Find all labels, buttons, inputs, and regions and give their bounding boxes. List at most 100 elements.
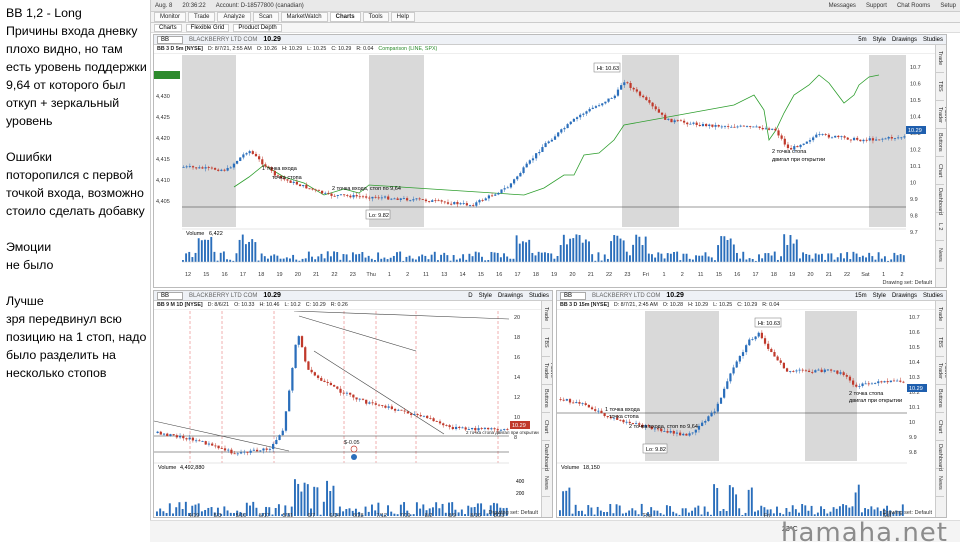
subtab-flexible-grid[interactable]: Flexible Grid	[185, 23, 230, 32]
side-tabs-top: Trade TBS Active Trader Buttons Chart Da…	[935, 45, 946, 287]
studies-button-daily[interactable]: Studies	[529, 293, 549, 299]
time-axis-label: 16	[496, 272, 502, 278]
daily-volume-bar	[419, 508, 422, 516]
top-candle	[434, 198, 437, 203]
menu-analyze[interactable]: Analyze	[217, 12, 251, 22]
symbol-input-15m[interactable]: BB	[560, 291, 586, 300]
top-volume-bar	[632, 244, 635, 262]
subtab-charts[interactable]: Charts	[154, 23, 182, 32]
15m-candle	[590, 405, 594, 411]
top-candle	[336, 194, 339, 199]
subtab-product-depth[interactable]: Product Depth	[233, 23, 282, 32]
top-candle	[462, 200, 465, 206]
drawings-button-15m[interactable]: Drawings	[892, 293, 917, 299]
drawings-button[interactable]: Drawings	[892, 37, 917, 43]
account-selector[interactable]: Account: D-18577800 (canadian)	[216, 3, 304, 9]
side-tab-trade-daily[interactable]: Trade	[542, 301, 550, 329]
daily-volume-bar	[165, 513, 168, 516]
side-tab-dashboard-daily[interactable]: Dashboard	[542, 441, 550, 471]
top-candle	[361, 194, 365, 199]
timeframe-button-15m[interactable]: 15m	[855, 293, 867, 299]
menu-help[interactable]: Help	[390, 12, 416, 22]
menu-scan[interactable]: Scan	[252, 12, 279, 22]
menu-marketwatch[interactable]: MarketWatch	[280, 12, 328, 22]
side-tab-dashboard-15m[interactable]: Dashboard	[936, 441, 944, 471]
price-chart-top[interactable]: 4,435.524,4304,4254,4204,4154,4104,405 1…	[154, 55, 937, 288]
side-tab-trade-15m[interactable]: Trade	[936, 301, 944, 329]
15m-volume-bar	[703, 506, 706, 516]
side-tab-news-15m[interactable]: News	[936, 469, 944, 497]
top-volume-bar	[899, 254, 902, 262]
side-tab-news[interactable]: News	[936, 241, 944, 269]
side-tab-trade[interactable]: Trade	[936, 45, 944, 73]
time-axis-label: 21	[588, 272, 594, 278]
15m-volume-bar	[810, 505, 813, 516]
15m-time-label: Thu	[642, 513, 651, 518]
side-tab-l2[interactable]: L 2	[936, 213, 944, 241]
side-tab-chart-15m[interactable]: Chart	[936, 413, 944, 441]
side-tab-active-trader[interactable]: Active Trader	[936, 101, 946, 129]
top-candle	[780, 133, 783, 141]
chat-rooms-button[interactable]: Chat Rooms	[897, 3, 930, 9]
studies-button-15m[interactable]: Studies	[923, 293, 943, 299]
side-tab-active-trader-15m[interactable]: Active Trader	[936, 357, 946, 385]
top-candle	[834, 135, 837, 138]
menu-tools[interactable]: Tools	[362, 12, 389, 22]
drawing-set-label[interactable]: Drawing set: Default	[882, 280, 932, 286]
side-tab-tbs-daily[interactable]: TBS	[542, 329, 550, 357]
messages-button[interactable]: Messages	[829, 3, 856, 9]
price-chart-daily[interactable]: 20 18 16 14 12 10 8 4/19 5/3 5/10 5/17 5/31 6/7 6/14…	[154, 311, 542, 518]
daily-candle	[429, 415, 432, 420]
symbol-input-daily[interactable]: BB	[157, 291, 183, 300]
style-button-daily[interactable]: Style	[479, 293, 492, 299]
top-candle	[852, 136, 856, 141]
side-tab-active-trader-daily[interactable]: Active Trader	[542, 357, 552, 385]
side-tab-dashboard[interactable]: Dashboard	[936, 185, 944, 215]
daily-candle	[422, 415, 426, 418]
earnings-marker-icon[interactable]	[350, 445, 358, 453]
side-tab-chart[interactable]: Chart	[936, 157, 944, 185]
top-volume-bar	[575, 234, 578, 262]
drawing-set-daily[interactable]: Drawing set: Default	[488, 510, 538, 516]
side-tab-buttons-15m[interactable]: Buttons	[936, 385, 944, 413]
style-button[interactable]: Style	[873, 37, 886, 43]
menu-monitor[interactable]: Monitor	[154, 12, 187, 22]
drawings-button-daily[interactable]: Drawings	[498, 293, 523, 299]
daily-candle	[297, 335, 300, 348]
menu-charts[interactable]: Charts	[329, 12, 361, 22]
side-tab-tbs[interactable]: TBS	[936, 73, 944, 101]
annotation-entry-2: 2 точка входа, стоп по 9,64	[332, 186, 401, 192]
daily-candle	[198, 438, 201, 442]
top-volume-bar	[537, 251, 540, 262]
15m-volume-bar	[857, 484, 860, 516]
top-candle	[689, 121, 692, 125]
side-tab-buttons[interactable]: Buttons	[936, 129, 944, 157]
top-volume-bar	[459, 258, 461, 262]
studies-button[interactable]: Studies	[923, 37, 943, 43]
setup-button[interactable]: Setup	[940, 3, 956, 9]
dividend-marker-icon[interactable]	[351, 454, 357, 460]
timeframe-button[interactable]: 5m	[858, 37, 866, 43]
support-button[interactable]: Support	[866, 3, 887, 9]
symbol-input[interactable]: BB	[157, 35, 183, 44]
15m-volume-bar	[599, 510, 602, 516]
top-candle	[481, 198, 484, 202]
top-candle	[298, 183, 302, 187]
side-tab-buttons-daily[interactable]: Buttons	[542, 385, 550, 413]
price-chart-15m[interactable]: 10.710.610.510.410.310.210.1109.99.8 Thu…	[557, 311, 937, 518]
timeframe-button-daily[interactable]: D	[468, 293, 472, 299]
top-volume-bar	[651, 254, 653, 262]
15m-candle	[795, 369, 798, 374]
menu-trade[interactable]: Trade	[188, 12, 216, 22]
drawing-set-15m[interactable]: Drawing set: Default	[882, 510, 932, 516]
top-candle	[582, 112, 585, 118]
side-tab-chart-daily[interactable]: Chart	[542, 413, 550, 441]
time-axis-label: 22	[331, 272, 337, 278]
side-tab-news-daily[interactable]: News	[542, 469, 550, 497]
side-tab-tbs-15m[interactable]: TBS	[936, 329, 944, 357]
style-button-15m[interactable]: Style	[873, 293, 886, 299]
top-volume-bar	[739, 258, 742, 262]
info-date: D: 8/7/21, 2:55 AM	[207, 46, 252, 52]
top-volume-bar	[528, 239, 531, 262]
chart-panel-15m: BB BLACKBERRY LTD COM 10.29 15m Style Dr…	[556, 290, 947, 518]
